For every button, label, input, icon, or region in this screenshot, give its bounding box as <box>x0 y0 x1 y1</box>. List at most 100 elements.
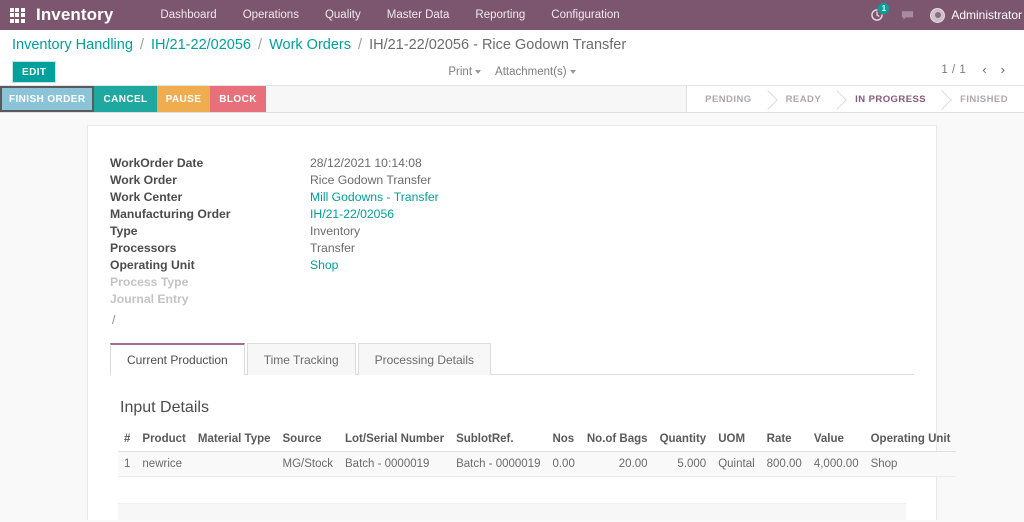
form-sheet: WorkOrder Date 28/12/2021 10:14:08 Work … <box>87 125 937 520</box>
sheet-scroll-area[interactable]: WorkOrder Date 28/12/2021 10:14:08 Work … <box>0 113 1024 520</box>
cell-material-type <box>192 452 277 477</box>
field-value-manufacturing-order[interactable]: IH/21-22/02056 <box>310 207 394 221</box>
field-row-journal-entry: Journal Entry <box>110 290 439 307</box>
pager: 1 / 1 ‹ › <box>941 62 1012 78</box>
input-details-table: # Product Material Type Source Lot/Seria… <box>118 429 956 477</box>
field-row-type: Type Inventory <box>110 222 439 239</box>
breadcrumb: Inventory Handling / IH/21-22/02056 / Wo… <box>12 37 1012 54</box>
cell-quantity: 5.000 <box>654 452 713 477</box>
edit-button[interactable]: EDIT <box>12 61 56 83</box>
menu-item-configuration[interactable]: Configuration <box>538 0 632 30</box>
status-pending[interactable]: PENDING <box>687 86 767 112</box>
tab-processing-details[interactable]: Processing Details <box>358 343 491 375</box>
attachments-label: Attachment(s) <box>495 66 567 78</box>
next-section-placeholder <box>118 503 906 520</box>
status-ready[interactable]: READY <box>768 86 838 112</box>
print-label: Print <box>448 66 472 78</box>
cell-index: 1 <box>118 452 136 477</box>
column-header-source: Source <box>277 429 339 452</box>
status-finished[interactable]: FINISHED <box>942 86 1024 112</box>
table-row[interactable]: 1 newrice MG/Stock Batch - 0000019 Batch… <box>118 452 956 477</box>
breadcrumb-item-work-orders[interactable]: Work Orders <box>269 37 351 53</box>
field-value-work-center[interactable]: Mill Godowns - Transfer <box>310 190 439 204</box>
field-label-workorder-date: WorkOrder Date <box>110 154 310 171</box>
field-label-operating-unit: Operating Unit <box>110 256 310 273</box>
control-panel: Inventory Handling / IH/21-22/02056 / Wo… <box>0 30 1024 86</box>
field-label-journal-entry: Journal Entry <box>110 290 310 307</box>
menu-item-quality[interactable]: Quality <box>312 0 374 30</box>
status-in-progress[interactable]: IN PROGRESS <box>837 86 942 112</box>
chevron-down-icon <box>475 70 481 74</box>
activity-badge: 1 <box>878 3 889 14</box>
field-row-work-order: Work Order Rice Godown Transfer <box>110 171 439 188</box>
field-row-work-center: Work Center Mill Godowns - Transfer <box>110 188 439 205</box>
navbar-right-tools: 1 Administrator <box>862 0 1024 30</box>
pause-button[interactable]: PAUSE <box>157 86 211 112</box>
menu-item-master-data[interactable]: Master Data <box>374 0 463 30</box>
column-header-index: # <box>118 429 136 452</box>
table-header-row: # Product Material Type Source Lot/Seria… <box>118 429 956 452</box>
menu-item-reporting[interactable]: Reporting <box>462 0 538 30</box>
cell-rate: 800.00 <box>761 452 808 477</box>
chat-bubble-icon[interactable] <box>892 0 922 30</box>
input-details-title: Input Details <box>118 399 906 417</box>
attachments-dropdown[interactable]: Attachment(s) <box>495 66 576 78</box>
field-value-operating-unit[interactable]: Shop <box>310 258 338 272</box>
column-header-operating-unit: Operating Unit <box>865 429 957 452</box>
field-row-processors: Processors Transfer <box>110 239 439 256</box>
column-header-quantity: Quantity <box>654 429 713 452</box>
column-header-lot-serial-number: Lot/Serial Number <box>339 429 450 452</box>
cancel-button[interactable]: CANCEL <box>94 86 156 112</box>
user-name-label: Administrator <box>951 8 1022 22</box>
workorder-action-buttons: FINISH ORDER CANCEL PAUSE BLOCK <box>0 86 266 112</box>
column-header-uom: UOM <box>712 429 760 452</box>
column-header-material-type: Material Type <box>192 429 277 452</box>
input-details-header: # Product Material Type Source Lot/Seria… <box>118 429 956 452</box>
finish-order-button[interactable]: FINISH ORDER <box>0 86 94 112</box>
pager-next-icon[interactable]: › <box>994 62 1012 78</box>
column-header-value: Value <box>808 429 865 452</box>
tab-current-production[interactable]: Current Production <box>110 343 245 375</box>
field-row-manufacturing-order: Manufacturing Order IH/21-22/02056 <box>110 205 439 222</box>
tab-panel-current-production: Input Details # Product Material Type So… <box>110 375 914 520</box>
field-value-workorder-date: 28/12/2021 10:14:08 <box>310 154 439 171</box>
field-value-process-type <box>310 273 439 290</box>
chevron-down-icon <box>570 70 576 74</box>
cell-nos: 0.00 <box>546 452 580 477</box>
breadcrumb-item-current: IH/21-22/02056 - Rice Godown Transfer <box>369 37 626 53</box>
activity-clock-icon[interactable]: 1 <box>862 0 892 30</box>
app-brand-title[interactable]: Inventory <box>34 5 119 25</box>
field-row-workorder-date: WorkOrder Date 28/12/2021 10:14:08 <box>110 154 439 171</box>
field-label-manufacturing-order: Manufacturing Order <box>110 205 310 222</box>
cell-sublot-ref: Batch - 0000019 <box>450 452 546 477</box>
user-menu[interactable]: Administrator <box>922 8 1022 23</box>
breadcrumb-item-manufacturing-order[interactable]: IH/21-22/02056 <box>151 37 251 53</box>
cell-product: newrice <box>136 452 191 477</box>
menu-item-dashboard[interactable]: Dashboard <box>147 0 229 30</box>
menu-item-operations[interactable]: Operations <box>230 0 312 30</box>
cell-value: 4,000.00 <box>808 452 865 477</box>
column-header-product: Product <box>136 429 191 452</box>
pager-count: 1 / 1 <box>941 64 966 76</box>
breadcrumb-separator: / <box>355 37 365 53</box>
input-details-body: 1 newrice MG/Stock Batch - 0000019 Batch… <box>118 452 956 477</box>
breadcrumb-item-inventory-handling[interactable]: Inventory Handling <box>12 37 133 53</box>
field-label-process-type: Process Type <box>110 273 310 290</box>
breadcrumb-separator: / <box>137 37 147 53</box>
breadcrumb-separator: / <box>255 37 265 53</box>
field-row-process-type: Process Type <box>110 273 439 290</box>
top-navbar: Inventory Dashboard Operations Quality M… <box>0 0 1024 30</box>
column-header-rate: Rate <box>761 429 808 452</box>
print-dropdown[interactable]: Print <box>448 66 481 78</box>
pager-previous-icon[interactable]: ‹ <box>975 62 993 78</box>
column-header-sublot-ref: SublotRef. <box>450 429 546 452</box>
field-label-processors: Processors <box>110 239 310 256</box>
column-header-no-of-bags: No.of Bags <box>581 429 654 452</box>
apps-menu-button[interactable] <box>0 0 34 30</box>
field-value-type: Inventory <box>310 222 439 239</box>
action-status-bar: FINISH ORDER CANCEL PAUSE BLOCK PENDING … <box>0 86 1024 113</box>
tab-time-tracking[interactable]: Time Tracking <box>247 343 356 375</box>
block-button[interactable]: BLOCK <box>210 86 266 112</box>
cell-source: MG/Stock <box>277 452 339 477</box>
field-label-work-center: Work Center <box>110 188 310 205</box>
